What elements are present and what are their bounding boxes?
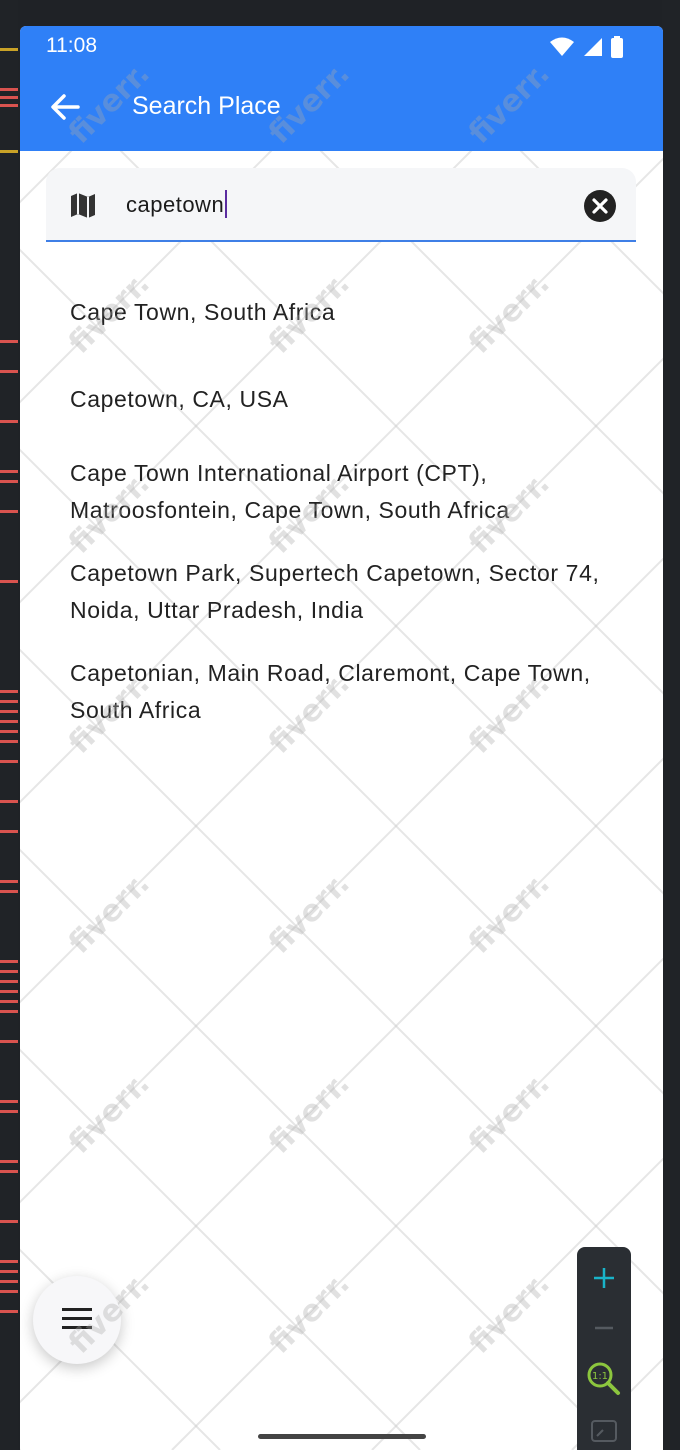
watermark-text: fiverr. (262, 866, 357, 961)
signal-icon (584, 38, 602, 56)
gutter-tick (0, 370, 18, 373)
zoom-fit-icon (591, 1420, 617, 1442)
gutter-tick (0, 1170, 18, 1173)
gutter-tick (0, 990, 18, 993)
search-input[interactable]: capetown (126, 190, 228, 218)
zoom-fit-button[interactable] (577, 1407, 631, 1450)
gutter-tick (0, 1220, 18, 1223)
gutter-tick (0, 970, 18, 973)
status-time: 11:08 (46, 34, 97, 57)
app-header: 11:08 Search Place (20, 26, 663, 151)
gutter-tick (0, 96, 18, 99)
watermark-text: fiverr. (462, 1266, 557, 1361)
gutter-tick (0, 1110, 18, 1113)
zoom-controls: 1:1 (577, 1247, 631, 1450)
gutter-tick (0, 1290, 18, 1293)
map-icon (71, 193, 95, 218)
gutter-tick (0, 510, 18, 513)
gutter-tick (0, 1010, 18, 1013)
gutter-tick (0, 1260, 18, 1263)
minus-icon (595, 1326, 613, 1330)
emulator-gutter (0, 0, 18, 1450)
zoom-reset-button[interactable]: 1:1 (577, 1351, 631, 1399)
gutter-tick (0, 880, 18, 883)
gutter-tick (0, 580, 18, 583)
gutter-tick (0, 1100, 18, 1103)
arrow-back-icon[interactable] (48, 90, 82, 124)
page-title: Search Place (132, 92, 281, 120)
emulator-right-edge (662, 0, 680, 1450)
gutter-tick (0, 960, 18, 963)
battery-icon (611, 36, 623, 58)
plus-icon (594, 1268, 614, 1288)
text-caret (225, 190, 228, 218)
gutter-tick (0, 480, 18, 483)
gutter-tick (0, 890, 18, 893)
gutter-tick (0, 150, 18, 153)
gutter-tick (0, 1000, 18, 1003)
status-icons (549, 36, 623, 58)
clear-icon (592, 198, 608, 214)
gutter-tick (0, 340, 18, 343)
menu-fab[interactable] (33, 1276, 121, 1364)
gutter-tick (0, 1310, 18, 1313)
watermark-text: fiverr. (62, 866, 157, 961)
phone-screen: 11:08 Search Place capetown Cape Town, S… (20, 26, 663, 1450)
gutter-tick (0, 104, 18, 107)
wifi-icon (550, 37, 574, 56)
zoom-in-button[interactable] (577, 1253, 631, 1301)
clear-button[interactable] (584, 190, 616, 222)
gutter-tick (0, 720, 18, 723)
gutter-tick (0, 760, 18, 763)
gutter-tick (0, 800, 18, 803)
result-item[interactable]: Capetonian, Main Road, Claremont, Cape T… (70, 655, 630, 729)
result-item[interactable]: Capetown Park, Supertech Capetown, Secto… (70, 555, 630, 629)
watermark-text: fiverr. (262, 1066, 357, 1161)
gutter-tick (0, 88, 18, 91)
result-item[interactable]: Cape Town International Airport (CPT), M… (70, 455, 630, 529)
search-field[interactable]: capetown (46, 168, 636, 242)
gutter-tick (0, 710, 18, 713)
watermark-text: fiverr. (62, 1066, 157, 1161)
gutter-tick (0, 420, 18, 423)
gutter-tick (0, 1160, 18, 1163)
result-item[interactable]: Cape Town, South Africa (70, 294, 630, 331)
gutter-tick (0, 740, 18, 743)
gutter-tick (0, 980, 18, 983)
watermark-text: fiverr. (462, 1066, 557, 1161)
svg-text:1:1: 1:1 (592, 1371, 608, 1382)
gutter-tick (0, 1280, 18, 1283)
gutter-tick (0, 470, 18, 473)
watermark-text: fiverr. (262, 1266, 357, 1361)
gutter-tick (0, 48, 18, 51)
zoom-out-button[interactable] (577, 1303, 631, 1351)
result-item[interactable]: Capetown, CA, USA (70, 381, 630, 418)
gutter-tick (0, 700, 18, 703)
status-bar: 11:08 (20, 26, 663, 66)
watermark-text: fiverr. (462, 866, 557, 961)
home-indicator[interactable] (258, 1434, 426, 1439)
gutter-tick (0, 1040, 18, 1043)
gutter-tick (0, 830, 18, 833)
gutter-tick (0, 1270, 18, 1273)
gutter-tick (0, 730, 18, 733)
zoom-reset-icon: 1:1 (587, 1362, 620, 1395)
menu-icon (62, 1308, 92, 1329)
gutter-tick (0, 690, 18, 693)
